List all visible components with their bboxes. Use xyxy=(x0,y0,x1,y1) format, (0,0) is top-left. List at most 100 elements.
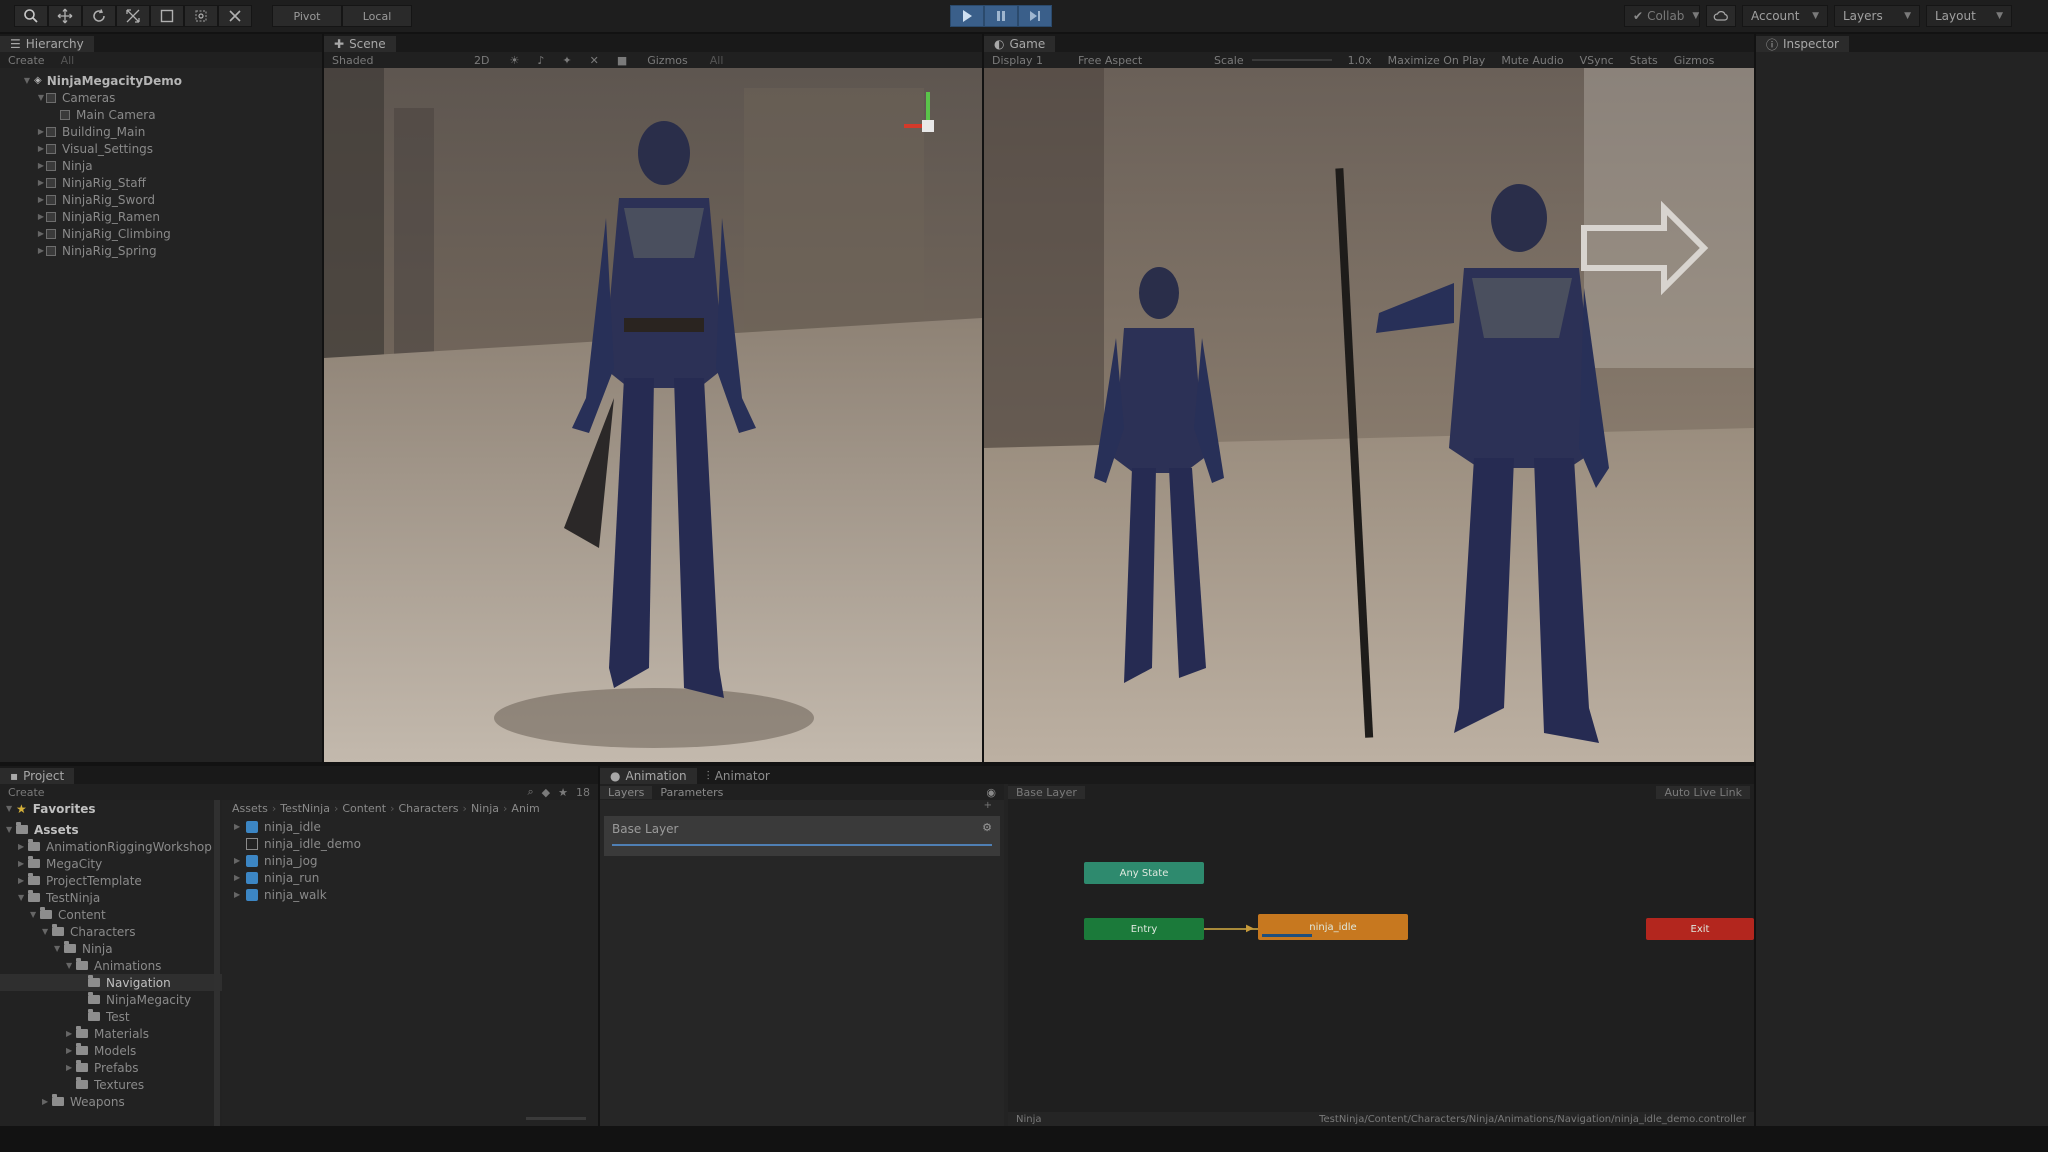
vsync-toggle[interactable]: VSync xyxy=(1572,54,1622,67)
2d-toggle[interactable]: 2D xyxy=(466,54,497,67)
hierarchy-item[interactable]: ▶ NinjaRig_Sword xyxy=(0,191,322,208)
any-state-node[interactable]: Any State xyxy=(1084,862,1204,884)
chevron-right-icon[interactable]: ▶ xyxy=(66,1063,76,1072)
filter-icon[interactable]: ◆ xyxy=(542,786,550,799)
folder-tree-item[interactable]: ▼ Characters xyxy=(0,923,222,940)
maximize-on-play-toggle[interactable]: Maximize On Play xyxy=(1380,54,1494,67)
gear-icon[interactable]: ⚙ xyxy=(982,821,992,834)
chevron-right-icon[interactable]: ▶ xyxy=(18,876,28,885)
breadcrumb-item[interactable]: Anim xyxy=(511,802,539,815)
hierarchy-item[interactable]: ▶ NinjaRig_Spring xyxy=(0,242,322,259)
project-create-button[interactable]: Create xyxy=(0,786,53,799)
gizmos-dropdown[interactable]: Gizmos xyxy=(1666,54,1723,67)
tab-scene[interactable]: ✚ Scene xyxy=(324,36,396,52)
chevron-right-icon[interactable]: ▶ xyxy=(36,246,46,255)
exit-node[interactable]: Exit xyxy=(1646,918,1754,940)
rotate-tool-button[interactable] xyxy=(82,5,116,27)
lighting-icon[interactable]: ☀ xyxy=(503,54,525,67)
tools-icon[interactable]: ✕ xyxy=(584,54,605,67)
chevron-right-icon[interactable]: ▶ xyxy=(234,873,244,882)
breadcrumb-item[interactable]: Characters xyxy=(399,802,459,815)
chevron-right-icon[interactable]: ▶ xyxy=(42,1097,52,1106)
collab-dropdown[interactable]: ✔ Collab ▼ xyxy=(1624,5,1700,27)
move-tool-button[interactable] xyxy=(48,5,82,27)
chevron-right-icon[interactable]: ▶ xyxy=(36,229,46,238)
chevron-right-icon[interactable]: ▶ xyxy=(36,212,46,221)
search-icon[interactable]: ⌕ xyxy=(527,785,533,799)
game-viewport[interactable] xyxy=(984,68,1754,762)
hierarchy-item[interactable]: ▶ Ninja xyxy=(0,157,322,174)
folder-tree-item[interactable]: ▶ MegaCity xyxy=(0,855,222,872)
folder-tree-item[interactable]: ▶ Materials xyxy=(0,1025,222,1042)
eye-icon[interactable]: ◉ xyxy=(986,786,1004,799)
mute-audio-toggle[interactable]: Mute Audio xyxy=(1493,54,1571,67)
chevron-right-icon[interactable]: ▶ xyxy=(36,195,46,204)
folder-tree-item[interactable]: NinjaMegacity xyxy=(0,991,222,1008)
tree-scrollbar[interactable] xyxy=(214,800,220,1126)
breadcrumb-item[interactable]: Content xyxy=(342,802,386,815)
chevron-down-icon[interactable]: ▼ xyxy=(54,944,64,953)
stats-toggle[interactable]: Stats xyxy=(1622,54,1666,67)
tab-hierarchy[interactable]: ☰ Hierarchy xyxy=(0,36,94,52)
hierarchy-item[interactable]: ▶ Visual_Settings xyxy=(0,140,322,157)
layers-dropdown[interactable]: Layers ▼ xyxy=(1834,5,1920,27)
tab-game[interactable]: ◐ Game xyxy=(984,36,1056,52)
scale-tool-button[interactable] xyxy=(116,5,150,27)
default-state-node[interactable]: ninja_idle xyxy=(1258,914,1408,940)
chevron-down-icon[interactable]: ▼ xyxy=(42,927,52,936)
chevron-right-icon[interactable]: ▶ xyxy=(234,856,244,865)
scene-viewport[interactable] xyxy=(324,68,982,762)
chevron-right-icon[interactable]: ▶ xyxy=(66,1046,76,1055)
scene-root[interactable]: ▼ ◈ NinjaMegacityDemo xyxy=(0,72,322,89)
rect-tool-button[interactable] xyxy=(150,5,184,27)
add-layer-button[interactable]: + xyxy=(600,800,1004,811)
camera-icon[interactable]: ■ xyxy=(611,54,633,67)
chevron-down-icon[interactable]: ▼ xyxy=(18,893,28,902)
chevron-right-icon[interactable]: ▶ xyxy=(18,859,28,868)
aspect-dropdown[interactable]: Free Aspect xyxy=(1070,54,1206,67)
chevron-right-icon[interactable]: ▶ xyxy=(36,144,46,153)
shading-mode-dropdown[interactable]: Shaded xyxy=(324,54,460,67)
chevron-right-icon[interactable]: ▶ xyxy=(234,890,244,899)
assets-root-item[interactable]: ▼ Assets xyxy=(0,821,222,838)
auto-live-link-toggle[interactable]: Auto Live Link xyxy=(1656,785,1750,799)
tab-animation[interactable]: ● Animation xyxy=(600,768,697,784)
scene-search-input[interactable]: All xyxy=(702,54,732,67)
hierarchy-search-input[interactable]: All xyxy=(53,54,83,67)
pivot-toggle[interactable]: Pivot xyxy=(272,5,342,27)
hierarchy-item[interactable]: ▶ NinjaRig_Ramen xyxy=(0,208,322,225)
star-icon[interactable]: ★ xyxy=(558,786,568,799)
base-layer-item[interactable]: Base Layer ⚙ xyxy=(604,816,1000,856)
layout-dropdown[interactable]: Layout ▼ xyxy=(1926,5,2012,27)
chevron-right-icon[interactable]: ▶ xyxy=(234,822,244,831)
chevron-right-icon[interactable]: ▶ xyxy=(18,842,28,851)
audio-icon[interactable]: ♪ xyxy=(531,54,550,67)
folder-tree-item[interactable]: Textures xyxy=(0,1076,222,1093)
pause-button[interactable] xyxy=(984,5,1018,27)
tab-animator[interactable]: ⫶ Animator xyxy=(697,768,780,784)
breadcrumb-item[interactable]: Assets xyxy=(232,802,268,815)
chevron-down-icon[interactable]: ▼ xyxy=(66,961,76,970)
layer-crumb[interactable]: Base Layer xyxy=(1008,785,1085,799)
folder-tree-item[interactable]: ▶ ProjectTemplate xyxy=(0,872,222,889)
folder-tree-item[interactable]: ▼ Content xyxy=(0,906,222,923)
chevron-right-icon[interactable]: ▶ xyxy=(36,161,46,170)
effects-icon[interactable]: ✦ xyxy=(556,54,577,67)
asset-list-item[interactable]: ▶ ninja_walk xyxy=(226,886,596,903)
chevron-down-icon[interactable]: ▼ xyxy=(30,910,40,919)
chevron-right-icon[interactable]: ▶ xyxy=(66,1029,76,1038)
hierarchy-item[interactable]: ▶ NinjaRig_Staff xyxy=(0,174,322,191)
gizmos-dropdown[interactable]: Gizmos xyxy=(639,54,696,67)
display-dropdown[interactable]: Display 1 xyxy=(984,54,1070,67)
folder-tree-item[interactable]: ▶ AnimationRiggingWorkshop xyxy=(0,838,222,855)
tab-project[interactable]: ▪ Project xyxy=(0,768,75,784)
hierarchy-create-button[interactable]: Create xyxy=(0,54,53,67)
folder-tree-item[interactable]: ▼ Ninja xyxy=(0,940,222,957)
folder-tree-item[interactable]: ▶ Models xyxy=(0,1042,222,1059)
hierarchy-item[interactable]: ▼ Cameras xyxy=(0,89,322,106)
breadcrumb-item[interactable]: Ninja xyxy=(471,802,499,815)
layers-tab[interactable]: Layers xyxy=(600,785,653,799)
transform-tool-button[interactable] xyxy=(184,5,218,27)
favorites-item[interactable]: ▼ ★ Favorites xyxy=(0,800,222,817)
folder-tree-item[interactable]: ▼ Animations xyxy=(0,957,222,974)
